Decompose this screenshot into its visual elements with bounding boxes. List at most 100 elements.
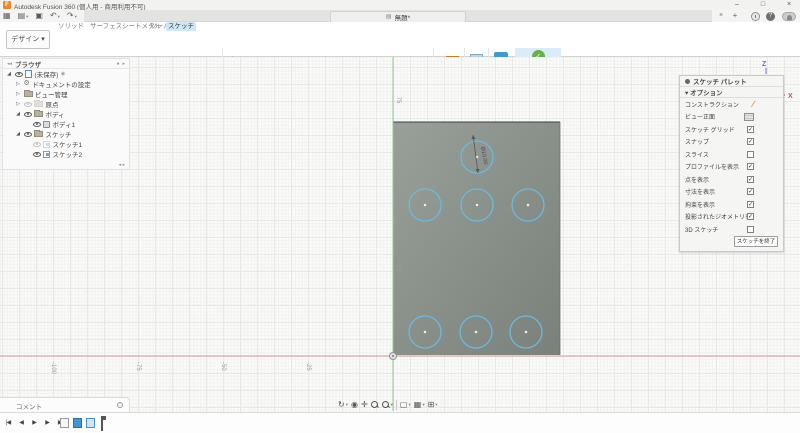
checkbox-checked[interactable]: ✓: [747, 188, 754, 195]
app-launcher-icon[interactable]: ▦: [3, 10, 11, 22]
redo-icon[interactable]: ↷▾: [67, 10, 77, 23]
circle-center-point[interactable]: [475, 331, 478, 334]
construction-line-icon[interactable]: ∕: [752, 100, 754, 108]
browser-item-ボディ1[interactable]: ボディ1: [3, 119, 129, 129]
timeline-feature-sketch1[interactable]: [60, 418, 69, 428]
browser-item-ボディ[interactable]: ◢ボディ: [3, 109, 129, 119]
user-avatar[interactable]: [782, 12, 796, 21]
checkbox-checked[interactable]: ✓: [747, 126, 754, 133]
checkbox-unchecked[interactable]: [747, 226, 754, 233]
document-tab[interactable]: ▤ 無題*: [330, 11, 466, 23]
help-icon[interactable]: ?: [766, 12, 775, 21]
display-settings-icon[interactable]: ▢: [400, 397, 408, 412]
palette-row-投影されたジオメトリを表示[interactable]: 投影されたジオメトリを表示✓: [680, 211, 783, 224]
browser-options-icon[interactable]: ●: [116, 61, 119, 67]
tab-ソリッド[interactable]: ソリッド: [56, 22, 86, 31]
circle-center-point[interactable]: [424, 204, 427, 207]
comments-panel[interactable]: コメント: [0, 397, 130, 412]
palette-row-スケッチ グリッド[interactable]: スケッチ グリッド✓: [680, 123, 783, 136]
job-status-icon[interactable]: [751, 12, 760, 21]
zoom-icon[interactable]: [371, 401, 379, 409]
window-zoom-icon[interactable]: [382, 401, 390, 409]
circle-center-point[interactable]: [476, 204, 479, 207]
checkbox-checked[interactable]: ✓: [747, 163, 754, 170]
options-section-header[interactable]: ▾ オプション: [680, 87, 783, 98]
play-button[interactable]: ▶: [29, 418, 39, 429]
pan-icon[interactable]: ✛: [361, 397, 368, 412]
timeline-feature-sketch2[interactable]: [73, 418, 82, 428]
expand-node-icon[interactable]: ▷: [15, 101, 21, 107]
visibility-eye-icon[interactable]: [33, 142, 41, 147]
timeline-position-marker[interactable]: [99, 416, 105, 431]
step-forward-button[interactable]: ▶: [42, 418, 52, 429]
expand-node-icon[interactable]: ▷: [15, 91, 21, 97]
close-button[interactable]: ×: [782, 0, 796, 10]
browser-resize-handle[interactable]: ◂ ▸: [119, 162, 125, 168]
sketch-palette-header[interactable]: スケッチ パレット: [680, 76, 783, 87]
save-icon[interactable]: ▣: [35, 10, 43, 22]
browser-item-原点[interactable]: ▷原点: [3, 99, 129, 109]
browser-expand-icon[interactable]: ▸: [122, 61, 125, 67]
visibility-eye-icon[interactable]: [24, 132, 32, 137]
browser-header[interactable]: ◂◂ ブラウザ ● ▸: [3, 59, 129, 69]
document-tab-close-icon[interactable]: ×: [716, 10, 726, 22]
new-document-tab-button[interactable]: +: [729, 10, 741, 22]
circle-center-point[interactable]: [527, 204, 530, 207]
x-tick-label: -25: [305, 362, 311, 371]
browser-item-スケッチ1[interactable]: スケッチ1: [3, 139, 129, 149]
go-to-start-button[interactable]: |◀: [3, 418, 13, 429]
circle-center-point[interactable]: [424, 331, 427, 334]
palette-row-拘束を表示[interactable]: 拘束を表示✓: [680, 198, 783, 211]
browser-item-スケッチ[interactable]: ◢スケッチ: [3, 129, 129, 139]
palette-row-ビュー正面[interactable]: ビュー正面: [680, 111, 783, 124]
checkbox-checked[interactable]: ✓: [747, 213, 754, 220]
checkbox-checked[interactable]: ✓: [747, 138, 754, 145]
tab-スケッチ[interactable]: スケッチ: [166, 22, 196, 31]
viewports-icon[interactable]: ⊞: [428, 397, 435, 412]
activate-component-icon[interactable]: ◉: [61, 71, 65, 77]
visibility-eye-icon[interactable]: [15, 72, 23, 77]
maximize-button[interactable]: □: [756, 0, 770, 10]
visibility-eye-icon[interactable]: [24, 112, 32, 117]
visibility-eye-icon[interactable]: [33, 122, 41, 127]
circle-center-point[interactable]: [525, 331, 528, 334]
comments-expand-icon[interactable]: [117, 402, 123, 408]
checkbox-checked[interactable]: ✓: [747, 176, 754, 183]
palette-row-点を表示[interactable]: 点を表示✓: [680, 173, 783, 186]
timeline-feature-sketch3[interactable]: [86, 418, 95, 428]
look-at-plane-icon[interactable]: [744, 113, 754, 121]
visibility-eye-icon[interactable]: [24, 102, 32, 107]
folder-icon: [34, 111, 43, 117]
grid-snaps-icon[interactable]: ▦: [414, 397, 422, 412]
collapse-node-icon[interactable]: ◢: [15, 131, 21, 137]
checkbox-unchecked[interactable]: [747, 151, 754, 158]
folder-icon: [34, 101, 43, 107]
collapse-node-icon[interactable]: ◢: [6, 71, 12, 77]
undo-icon[interactable]: ↶▾: [50, 10, 60, 23]
palette-row-スナップ[interactable]: スナップ✓: [680, 136, 783, 149]
orbit-icon[interactable]: ↻: [338, 397, 345, 412]
expand-node-icon[interactable]: ▷: [15, 81, 21, 87]
workspace-switcher-button[interactable]: デザイン ▾: [6, 30, 50, 49]
palette-row-スライス[interactable]: スライス: [680, 148, 783, 161]
checkbox-checked[interactable]: ✓: [747, 201, 754, 208]
fusion-logo-icon: F: [3, 1, 11, 9]
minimize-button[interactable]: –: [730, 0, 744, 10]
browser-item-ビュー管理[interactable]: ▷ビュー管理: [3, 89, 129, 99]
look-at-icon[interactable]: ◉: [351, 397, 358, 412]
collapse-panel-icon[interactable]: ◂◂: [7, 61, 12, 67]
palette-icon: [685, 79, 690, 84]
browser-item-スケッチ2[interactable]: スケッチ2: [3, 149, 129, 159]
visibility-eye-icon[interactable]: [33, 152, 41, 157]
browser-item-(未保存)[interactable]: ◢(未保存)◉: [3, 69, 129, 79]
file-menu-icon[interactable]: ▤▾: [18, 10, 29, 23]
palette-row-3D スケッチ[interactable]: 3D スケッチ: [680, 223, 783, 236]
palette-row-寸法を表示[interactable]: 寸法を表示✓: [680, 186, 783, 199]
step-back-button[interactable]: ◀: [16, 418, 26, 429]
tab-サーフェス[interactable]: サーフェス: [90, 22, 118, 31]
collapse-node-icon[interactable]: ◢: [15, 111, 21, 117]
palette-row-コンストラクション[interactable]: コンストラクション∕: [680, 98, 783, 111]
palette-row-プロファイルを表示[interactable]: プロファイルを表示✓: [680, 161, 783, 174]
finish-sketch-palette-button[interactable]: スケッチを終了: [734, 236, 778, 247]
browser-item-ドキュメントの設定[interactable]: ▷⚙ドキュメントの設定: [3, 79, 129, 89]
